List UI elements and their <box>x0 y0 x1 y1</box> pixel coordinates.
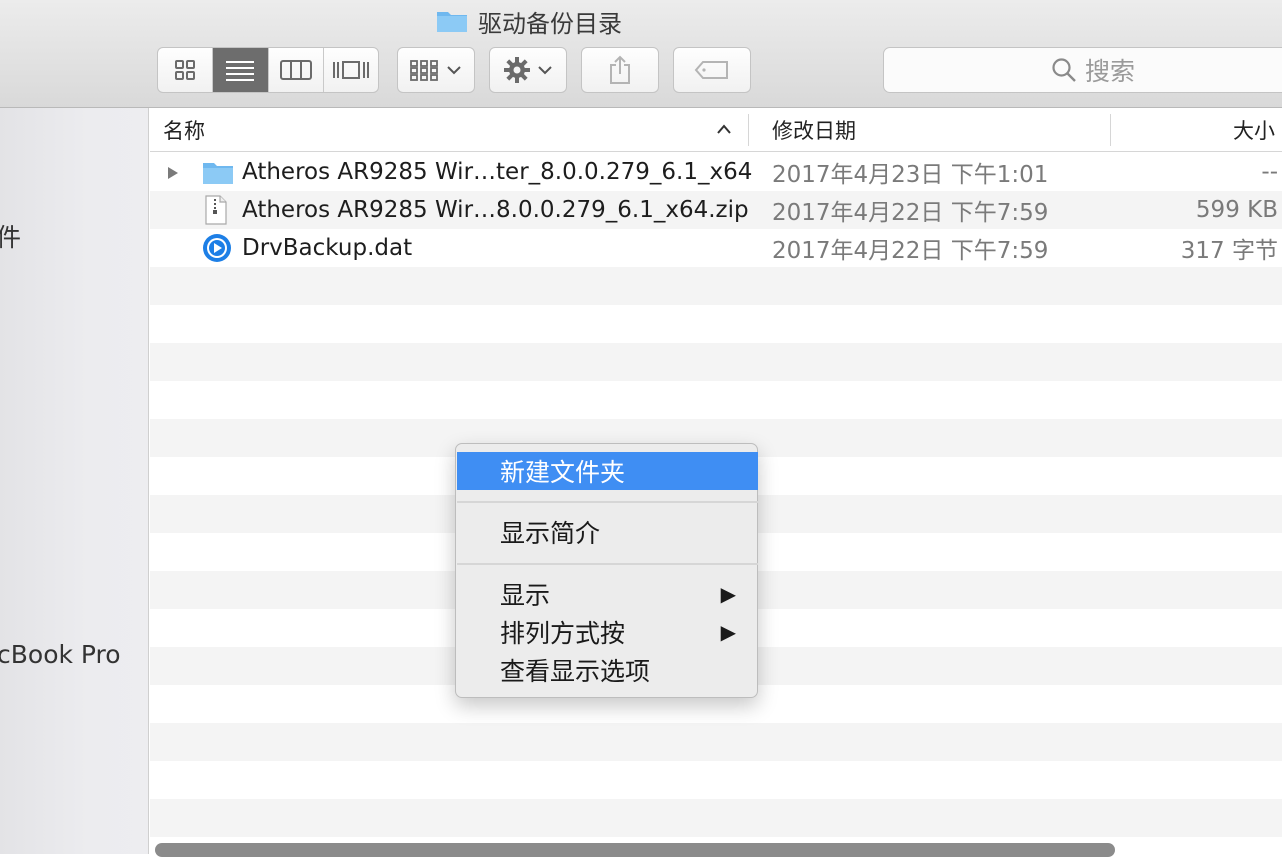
arrange-button[interactable] <box>397 47 475 93</box>
sidebar: 件 cBook Pro <box>0 108 149 854</box>
column-header-size[interactable]: 大小 <box>1233 108 1275 152</box>
menu-item-new-folder[interactable]: 新建文件夹 <box>457 452 758 490</box>
folder-icon <box>436 9 468 33</box>
file-size: -- <box>1261 159 1278 185</box>
zip-file-icon <box>205 195 227 225</box>
cover-flow-view-button[interactable] <box>324 48 378 92</box>
sort-ascending-icon <box>717 124 731 134</box>
tag-icon <box>694 61 728 79</box>
share-button[interactable] <box>581 47 659 93</box>
menu-item-view-options[interactable]: 查看显示选项 <box>457 651 758 689</box>
list-view-icon <box>226 61 255 81</box>
empty-row <box>150 343 1282 381</box>
column-divider[interactable] <box>1110 114 1111 146</box>
file-date: 2017年4月22日 下午7:59 <box>772 200 1049 226</box>
disclosure-triangle-icon[interactable] <box>166 166 180 180</box>
column-divider[interactable] <box>748 114 749 146</box>
context-menu: 新建文件夹 显示简介 显示 ▶ 排列方式按 ▶ 查看显示选项 <box>455 443 758 698</box>
list-view-button[interactable] <box>213 48 269 92</box>
window-title-text: 驱动备份目录 <box>478 9 622 38</box>
file-name: DrvBackup.dat <box>242 235 413 261</box>
column-header: 名称 修改日期 大小 <box>150 108 1282 152</box>
folder-icon <box>203 163 233 184</box>
gear-icon <box>504 57 530 83</box>
grid-arrange-icon <box>410 60 438 81</box>
sidebar-item-macbook-pro[interactable]: cBook Pro <box>0 640 121 669</box>
file-date: 2017年4月23日 下午1:01 <box>772 162 1049 188</box>
column-view-icon <box>279 60 312 80</box>
search-placeholder: 搜索 <box>1084 57 1135 86</box>
empty-row <box>150 723 1282 761</box>
menu-item-sort-by[interactable]: 排列方式按 ▶ <box>457 613 758 651</box>
media-file-icon <box>203 234 231 262</box>
table-row[interactable]: Atheros AR9285 Wir…ter_8.0.0.279_6.1_x64… <box>150 153 1282 191</box>
icon-view-button[interactable] <box>158 48 214 92</box>
empty-row <box>150 267 1282 305</box>
file-name: Atheros AR9285 Wir…8.0.0.279_6.1_x64.zip <box>242 197 749 223</box>
horizontal-scrollbar[interactable] <box>155 843 1115 857</box>
search-icon <box>1052 58 1076 82</box>
file-size: 599 KB <box>1195 197 1278 223</box>
tag-button[interactable] <box>673 47 751 93</box>
menu-separator <box>457 563 758 565</box>
action-button[interactable] <box>489 47 567 93</box>
sidebar-item-files[interactable]: 件 <box>0 218 21 254</box>
cover-flow-icon <box>332 61 369 79</box>
menu-item-show[interactable]: 显示 ▶ <box>457 575 758 613</box>
table-row[interactable]: DrvBackup.dat 2017年4月22日 下午7:59 317 字节 <box>150 229 1282 267</box>
column-header-date[interactable]: 修改日期 <box>772 108 856 152</box>
search-field[interactable]: 搜索 <box>883 47 1282 93</box>
menu-separator <box>457 501 758 503</box>
submenu-arrow-icon: ▶ <box>720 620 736 644</box>
column-header-name[interactable]: 名称 <box>163 108 205 152</box>
column-view-button[interactable] <box>269 48 324 92</box>
view-mode-segmented-control <box>157 47 379 93</box>
toolbar: 驱动备份目录 搜索 <box>0 0 1282 108</box>
window-title: 驱动备份目录 <box>436 6 622 38</box>
menu-item-get-info[interactable]: 显示简介 <box>457 513 758 551</box>
chevron-down-icon <box>538 66 552 75</box>
empty-row <box>150 799 1282 837</box>
chevron-down-icon <box>447 66 461 75</box>
file-date: 2017年4月22日 下午7:59 <box>772 238 1049 264</box>
icon-view-icon <box>175 60 196 80</box>
file-size: 317 字节 <box>1180 238 1278 264</box>
submenu-arrow-icon: ▶ <box>720 582 736 606</box>
file-name: Atheros AR9285 Wir…ter_8.0.0.279_6.1_x64 <box>242 159 753 185</box>
table-row[interactable]: Atheros AR9285 Wir…8.0.0.279_6.1_x64.zip… <box>150 191 1282 229</box>
share-icon <box>610 55 630 84</box>
